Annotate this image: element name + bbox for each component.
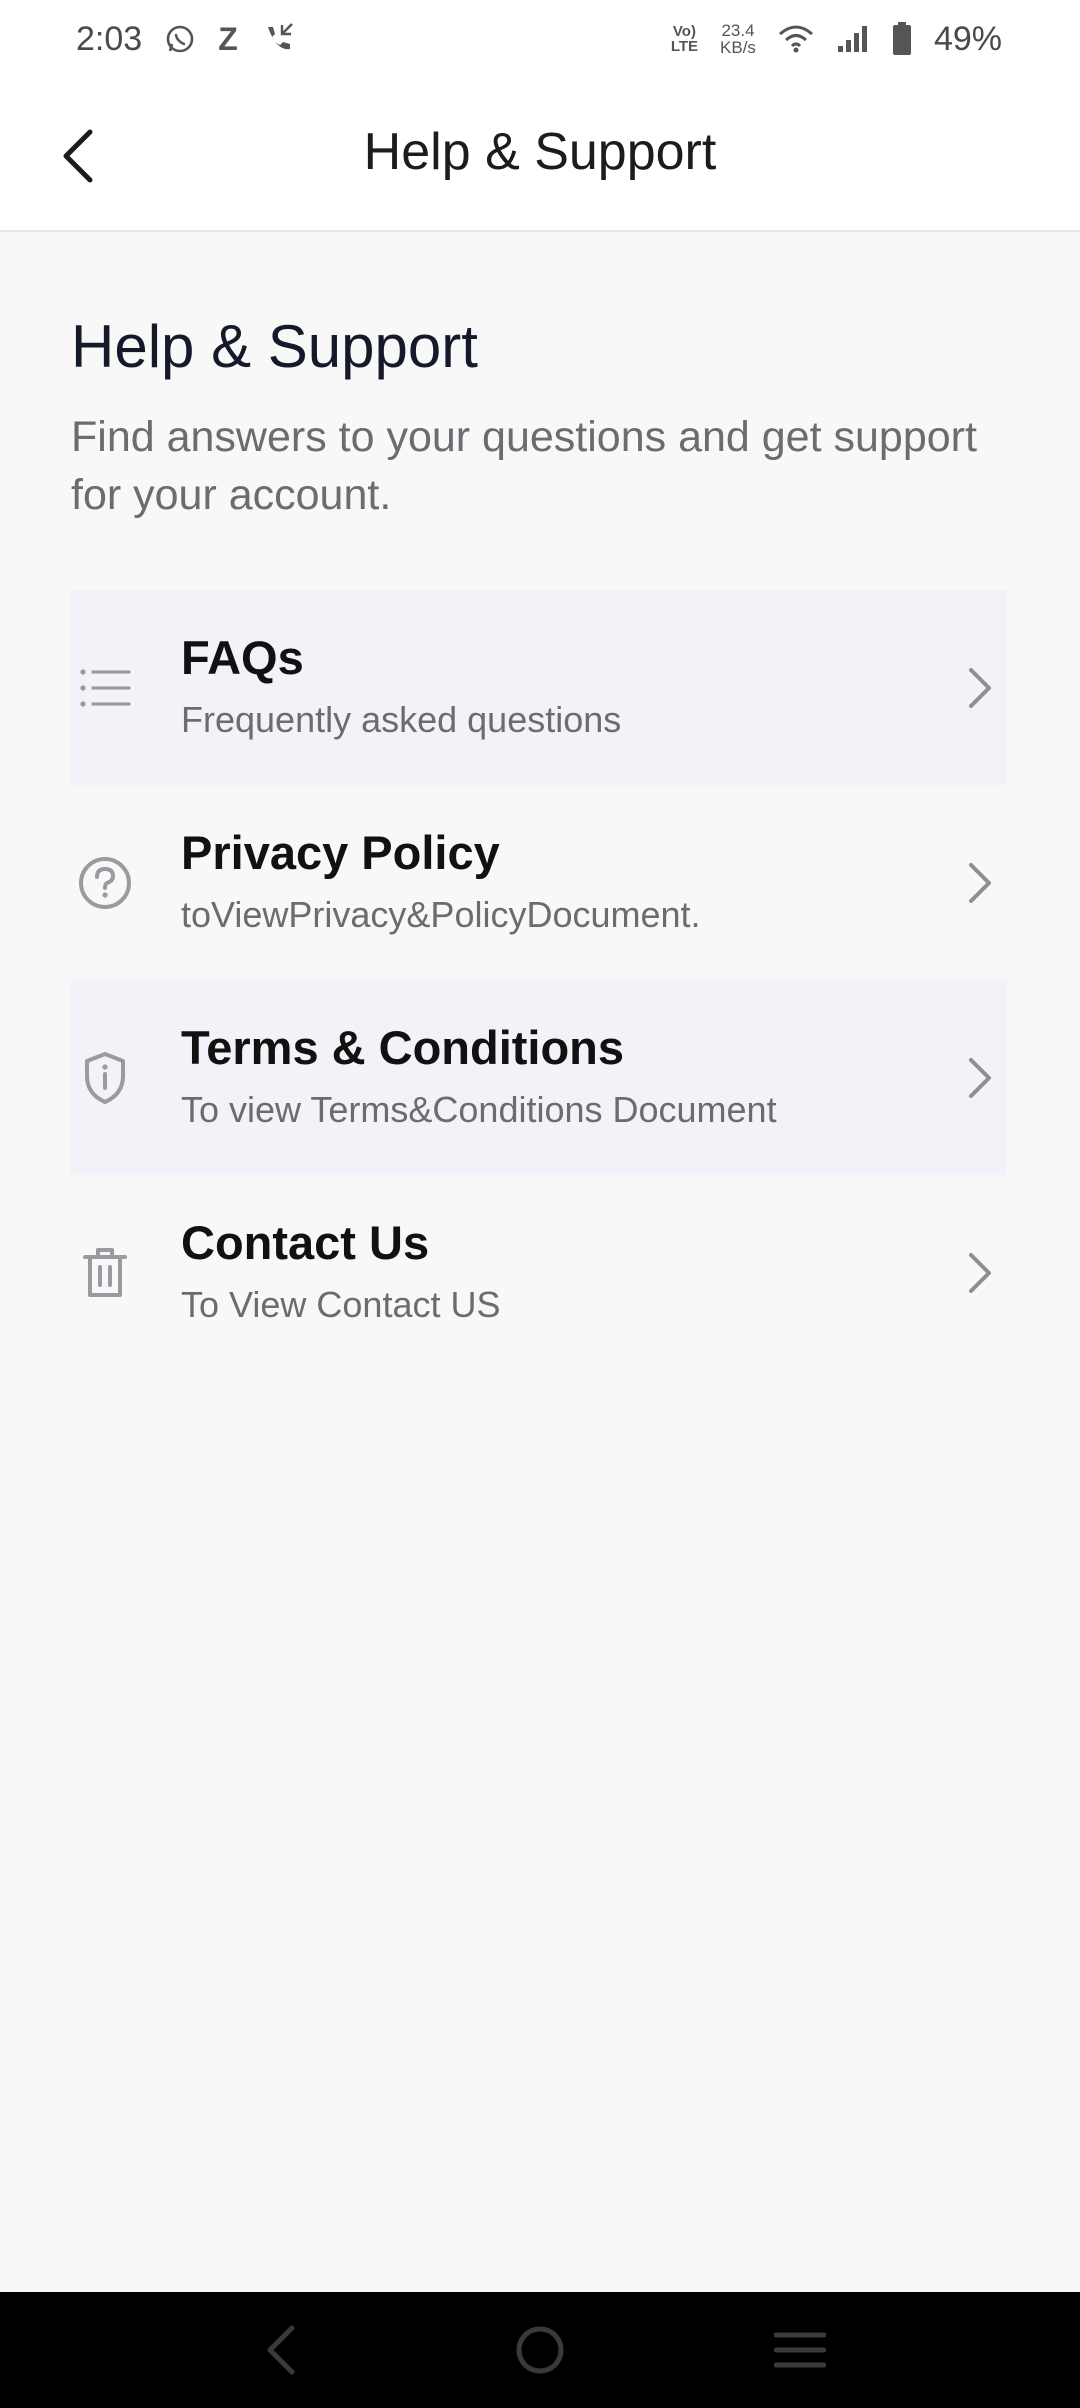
nav-menu-button[interactable] bbox=[760, 2310, 840, 2390]
chevron-right-icon bbox=[959, 859, 999, 907]
missed-call-icon bbox=[260, 21, 296, 57]
menu-text: Privacy Policy toViewPrivacy&PolicyDocum… bbox=[181, 825, 701, 937]
status-bar: 2:03 Z Vo) LTE 23.4 KB/s 49% bbox=[0, 0, 1080, 78]
battery-icon bbox=[892, 22, 912, 56]
nav-home-icon bbox=[516, 2326, 564, 2374]
trash-icon bbox=[77, 1245, 133, 1301]
nav-back-icon bbox=[267, 2325, 295, 2375]
main-content: Help & Support Find answers to your ques… bbox=[71, 232, 1007, 1370]
system-nav-bar bbox=[0, 2292, 1080, 2408]
volte-top: Vo) bbox=[672, 23, 696, 40]
volte-indicator: Vo) LTE bbox=[671, 24, 698, 54]
menu-label: Privacy Policy bbox=[181, 826, 500, 879]
menu-item-contact-us[interactable]: Contact Us To View Contact US bbox=[71, 1175, 1007, 1370]
status-time: 2:03 bbox=[76, 19, 143, 58]
support-menu: FAQs Frequently asked questions Privacy … bbox=[71, 590, 1007, 1370]
chevron-right-icon bbox=[959, 1249, 999, 1297]
page-subtitle: Find answers to your questions and get s… bbox=[71, 413, 977, 519]
volte-bottom: LTE bbox=[670, 38, 699, 55]
chevron-right-icon bbox=[959, 1054, 999, 1102]
menu-item-terms-conditions[interactable]: Terms & Conditions To view Terms&Conditi… bbox=[71, 980, 1007, 1175]
whatsapp-icon bbox=[164, 23, 196, 55]
z-app-icon: Z bbox=[218, 20, 238, 57]
network-speed: 23.4 KB/s bbox=[720, 22, 756, 56]
app-bar-title: Help & Support bbox=[363, 123, 717, 181]
chevron-right-icon bbox=[959, 664, 999, 712]
menu-text: FAQs Frequently asked questions bbox=[181, 630, 621, 742]
menu-item-faqs[interactable]: FAQs Frequently asked questions bbox=[71, 590, 1007, 785]
nav-menu-icon bbox=[774, 2332, 826, 2368]
network-speed-unit: KB/s bbox=[720, 38, 756, 57]
network-speed-value: 23.4 bbox=[721, 21, 755, 40]
menu-text: Terms & Conditions To view Terms&Conditi… bbox=[181, 1020, 777, 1132]
battery-percent: 49% bbox=[933, 19, 1002, 58]
menu-label: Contact Us bbox=[181, 1216, 430, 1269]
shield-info-icon bbox=[77, 1050, 133, 1106]
menu-description: toViewPrivacy&PolicyDocument. bbox=[181, 894, 701, 935]
menu-description: Frequently asked questions bbox=[181, 699, 622, 740]
app-bar: Help & Support bbox=[0, 78, 1080, 232]
menu-text: Contact Us To View Contact US bbox=[181, 1215, 500, 1327]
nav-home-button[interactable] bbox=[500, 2310, 580, 2390]
signal-icon bbox=[836, 24, 870, 54]
nav-back-button[interactable] bbox=[240, 2310, 320, 2390]
screen: 2:03 Z Vo) LTE 23.4 KB/s 49% Help & Supp… bbox=[0, 0, 1080, 2408]
menu-description: To view Terms&Conditions Document bbox=[181, 1089, 777, 1130]
question-circle-icon bbox=[77, 855, 133, 911]
status-right: Vo) LTE 23.4 KB/s 49% bbox=[671, 20, 1002, 59]
status-left: 2:03 Z bbox=[76, 20, 296, 59]
menu-label: Terms & Conditions bbox=[181, 1021, 625, 1074]
menu-item-privacy-policy[interactable]: Privacy Policy toViewPrivacy&PolicyDocum… bbox=[71, 785, 1007, 980]
menu-description: To View Contact US bbox=[181, 1284, 501, 1325]
page-title: Help & Support bbox=[71, 313, 478, 380]
menu-label: FAQs bbox=[181, 631, 304, 684]
list-icon bbox=[77, 660, 133, 716]
wifi-icon bbox=[778, 24, 814, 54]
